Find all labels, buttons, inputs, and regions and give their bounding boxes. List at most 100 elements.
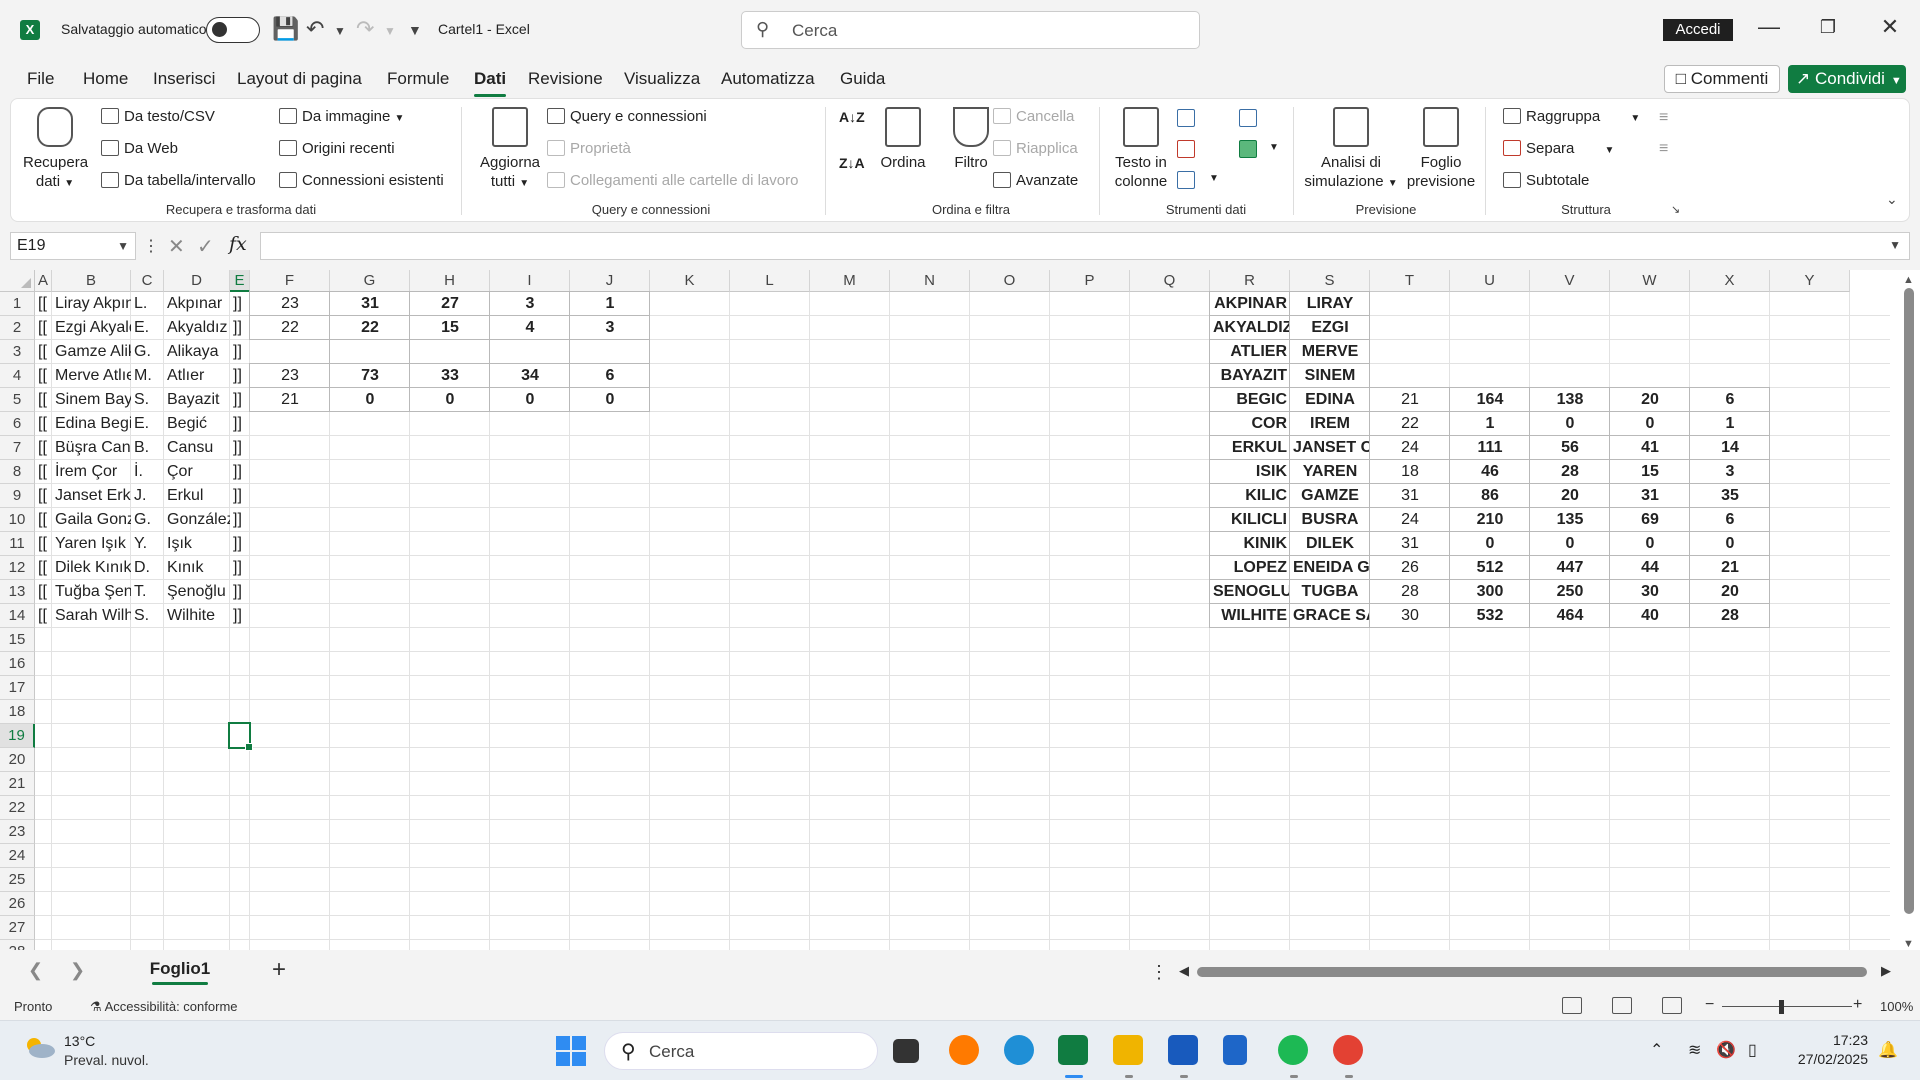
cell-e3[interactable]: ]]: [230, 340, 250, 364]
tab-help[interactable]: Guida: [840, 69, 885, 89]
column-header-a[interactable]: A: [35, 270, 52, 292]
cell-a11[interactable]: [[: [35, 532, 52, 556]
vertical-scrollbar[interactable]: ▲ ▼: [1900, 270, 1920, 950]
cell-e11[interactable]: ]]: [230, 532, 250, 556]
remove-duplicates-icon[interactable]: [1177, 140, 1195, 158]
scroll-right-icon[interactable]: ▶: [1881, 963, 1891, 979]
search-box[interactable]: ⚲ Cerca: [741, 11, 1200, 49]
row-header-14[interactable]: 14: [0, 604, 35, 628]
redo-icon[interactable]: ↷: [356, 16, 374, 42]
row-header-22[interactable]: 22: [0, 796, 35, 820]
page-layout-view-icon[interactable]: [1612, 997, 1632, 1014]
column-header-y[interactable]: Y: [1770, 270, 1850, 292]
cell-a3[interactable]: [[: [35, 340, 52, 364]
sign-in-button[interactable]: Accedi: [1663, 19, 1733, 41]
column-header-s[interactable]: S: [1290, 270, 1370, 292]
row-header-8[interactable]: 8: [0, 460, 35, 484]
expand-formula-bar-icon[interactable]: ▼: [1889, 238, 1901, 252]
cell-v2[interactable]: [1530, 316, 1610, 340]
cell-u1[interactable]: [1450, 292, 1530, 316]
column-header-m[interactable]: M: [810, 270, 890, 292]
cell-a2[interactable]: [[: [35, 316, 52, 340]
reapply-button[interactable]: Riapplica: [993, 140, 1078, 157]
cell-b1[interactable]: Liray Akpınar: [52, 292, 131, 316]
group-button[interactable]: Raggruppa ▼: [1503, 108, 1640, 125]
zoom-slider-knob[interactable]: [1779, 1000, 1784, 1014]
minimize-icon[interactable]: —: [1749, 14, 1789, 40]
scroll-left-icon[interactable]: ◀: [1179, 963, 1189, 979]
from-web-button[interactable]: Da Web: [101, 140, 178, 157]
cell-c10[interactable]: G.: [131, 508, 164, 532]
cell-a1[interactable]: [[: [35, 292, 52, 316]
cell-x3[interactable]: [1690, 340, 1770, 364]
cell-a6[interactable]: [[: [35, 412, 52, 436]
cancel-entry-icon[interactable]: ✕: [168, 234, 185, 259]
what-if-analysis-button[interactable]: Analisi di simulazione ▼: [1303, 107, 1399, 193]
from-text-csv-button[interactable]: Da testo/CSV: [101, 108, 215, 125]
cell-e7[interactable]: ]]: [230, 436, 250, 460]
row-header-27[interactable]: 27: [0, 916, 35, 940]
cell-w3[interactable]: [1610, 340, 1690, 364]
cell-e6[interactable]: ]]: [230, 412, 250, 436]
zoom-in-icon[interactable]: +: [1853, 996, 1862, 1014]
cell-d10[interactable]: González: [164, 508, 230, 532]
cell-a4[interactable]: [[: [35, 364, 52, 388]
cell-d9[interactable]: Erkul: [164, 484, 230, 508]
column-header-d[interactable]: D: [164, 270, 230, 292]
row-header-10[interactable]: 10: [0, 508, 35, 532]
more-options-icon[interactable]: ⋮: [143, 236, 159, 256]
weather-temperature[interactable]: 13°C: [64, 1033, 95, 1049]
queries-connections-button[interactable]: Query e connessioni: [547, 108, 707, 125]
column-header-o[interactable]: O: [970, 270, 1050, 292]
column-header-f[interactable]: F: [250, 270, 330, 292]
cell-b5[interactable]: Sinem Bayazit: [52, 388, 131, 412]
cell-b11[interactable]: Yaren Işık: [52, 532, 131, 556]
cell-a12[interactable]: [[: [35, 556, 52, 580]
advanced-filter-button[interactable]: Avanzate: [993, 172, 1078, 189]
horizontal-scroll-thumb[interactable]: [1197, 967, 1867, 977]
hide-detail-icon[interactable]: ≡: [1659, 140, 1668, 158]
column-header-t[interactable]: T: [1370, 270, 1450, 292]
redo-dropdown-icon[interactable]: ▼: [384, 24, 396, 38]
column-header-c[interactable]: C: [131, 270, 164, 292]
cell-u2[interactable]: [1450, 316, 1530, 340]
cell-d4[interactable]: Atlıer: [164, 364, 230, 388]
excel-taskbar-icon[interactable]: [1058, 1035, 1088, 1065]
volume-muted-icon[interactable]: 🔇: [1716, 1040, 1736, 1060]
cell-d13[interactable]: Şenoğlu: [164, 580, 230, 604]
column-header-l[interactable]: L: [730, 270, 810, 292]
cell-a10[interactable]: [[: [35, 508, 52, 532]
wifi-icon[interactable]: ≋: [1688, 1040, 1701, 1060]
sort-az-button[interactable]: A↓Z: [839, 109, 865, 125]
data-validation-icon[interactable]: [1177, 171, 1195, 189]
row-header-1[interactable]: 1: [0, 292, 35, 316]
column-header-i[interactable]: I: [490, 270, 570, 292]
cell-w1[interactable]: [1610, 292, 1690, 316]
cell-a13[interactable]: [[: [35, 580, 52, 604]
save-icon[interactable]: 💾: [272, 16, 299, 42]
column-header-k[interactable]: K: [650, 270, 730, 292]
close-icon[interactable]: ✕: [1870, 14, 1910, 40]
column-header-x[interactable]: X: [1690, 270, 1770, 292]
cell-v3[interactable]: [1530, 340, 1610, 364]
column-header-j[interactable]: J: [570, 270, 650, 292]
confirm-entry-icon[interactable]: ✓: [197, 234, 214, 259]
cell-c1[interactable]: L.: [131, 292, 164, 316]
cell-a5[interactable]: [[: [35, 388, 52, 412]
row-header-16[interactable]: 16: [0, 652, 35, 676]
formula-input[interactable]: ▼: [260, 232, 1910, 260]
column-header-r[interactable]: R: [1210, 270, 1290, 292]
cell-e5[interactable]: ]]: [230, 388, 250, 412]
cell-d8[interactable]: Çor: [164, 460, 230, 484]
cell-c11[interactable]: Y.: [131, 532, 164, 556]
chevron-down-icon[interactable]: ▼: [1209, 173, 1219, 184]
cell-e2[interactable]: ]]: [230, 316, 250, 340]
cell-c3[interactable]: G.: [131, 340, 164, 364]
vertical-scroll-thumb[interactable]: [1904, 288, 1914, 914]
get-data-button[interactable]: Recupera dati ▼: [23, 107, 88, 193]
column-header-b[interactable]: B: [52, 270, 131, 292]
cell-b6[interactable]: Edina Begić: [52, 412, 131, 436]
next-sheet-icon[interactable]: ❯: [70, 960, 85, 981]
cell-e8[interactable]: ]]: [230, 460, 250, 484]
flash-fill-icon[interactable]: [1177, 109, 1195, 127]
